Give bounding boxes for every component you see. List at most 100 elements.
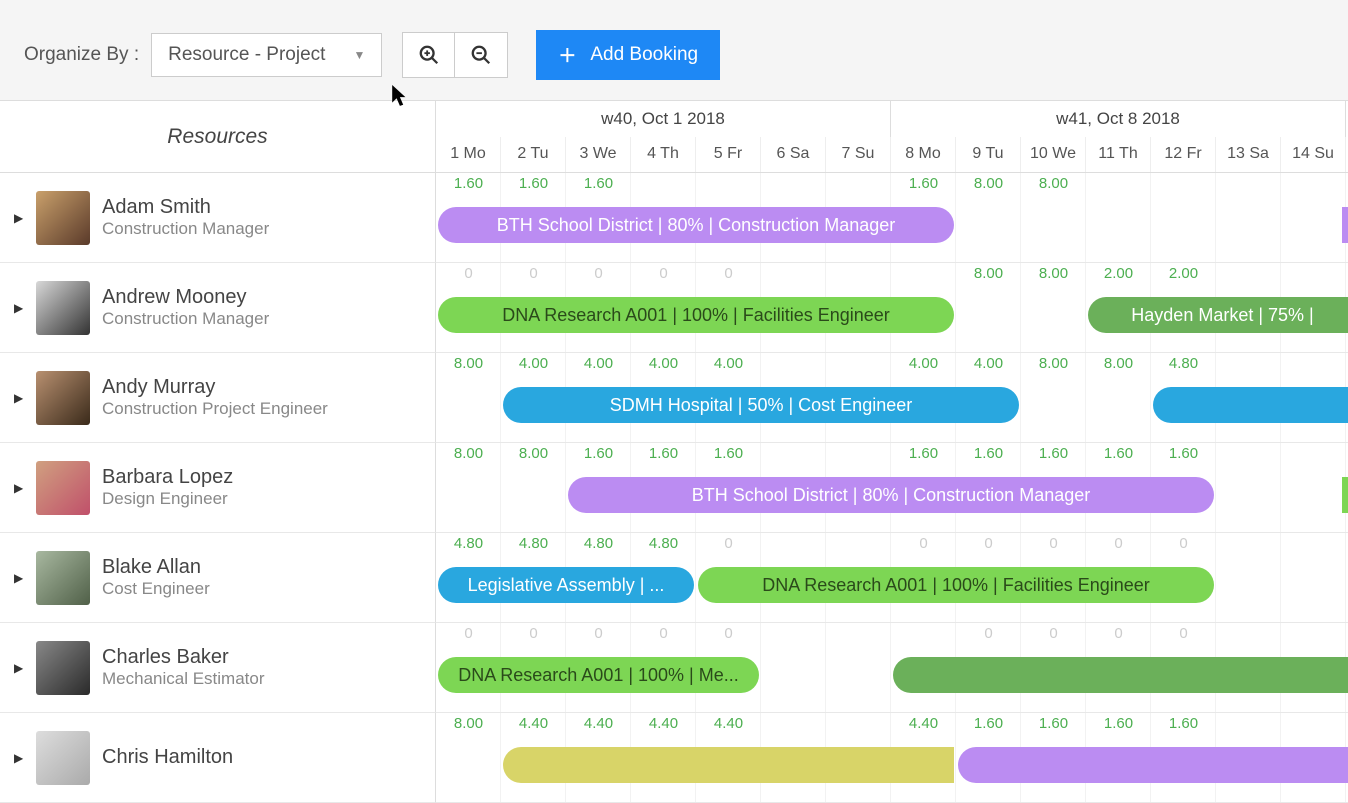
- hours-row: 000000000: [436, 625, 1348, 642]
- hour-value: [826, 355, 891, 372]
- hour-value: 4.40: [501, 715, 566, 732]
- hour-value: [1151, 175, 1216, 192]
- organize-by-label: Organize By :: [24, 44, 139, 66]
- expand-arrow-icon[interactable]: ▶: [14, 391, 24, 405]
- day-header: 14 Su: [1281, 137, 1346, 173]
- hour-value: 0: [631, 625, 696, 642]
- resource-name: Chris Hamilton: [102, 746, 233, 769]
- resource-row[interactable]: ▶ Chris Hamilton: [0, 713, 436, 803]
- resource-row[interactable]: ▶ Charles Baker Mechanical Estimator: [0, 623, 436, 713]
- booking-bar[interactable]: DNA Research A001 | 100% | Facilities En…: [698, 567, 1214, 603]
- zoom-out-button[interactable]: [455, 33, 507, 77]
- avatar: [36, 281, 90, 335]
- day-header: 3 We: [566, 137, 631, 173]
- day-header: 9 Tu: [956, 137, 1021, 173]
- hour-value: 1.60: [1021, 445, 1086, 462]
- resource-row[interactable]: ▶ Blake Allan Cost Engineer: [0, 533, 436, 623]
- hour-value: 1.60: [1021, 715, 1086, 732]
- expand-arrow-icon[interactable]: ▶: [14, 661, 24, 675]
- zoom-in-button[interactable]: [403, 33, 455, 77]
- booking-bar[interactable]: [1153, 387, 1348, 423]
- hour-value: 4.00: [891, 355, 956, 372]
- hour-value: 1.60: [891, 445, 956, 462]
- booking-bar[interactable]: BTH School District | 80% | Construction…: [568, 477, 1214, 513]
- resource-info: Andrew Mooney Construction Manager: [102, 286, 269, 329]
- avatar: [36, 191, 90, 245]
- timeline-row[interactable]: 000000000 DNA Research A001 | 100% | Me..…: [436, 623, 1348, 713]
- hour-value: 0: [696, 625, 761, 642]
- resource-info: Charles Baker Mechanical Estimator: [102, 646, 265, 689]
- hour-value: [1216, 355, 1281, 372]
- booking-bar[interactable]: [958, 747, 1348, 783]
- resource-name: Barbara Lopez: [102, 466, 233, 489]
- expand-arrow-icon[interactable]: ▶: [14, 571, 24, 585]
- booking-bar[interactable]: Legislative Assembly | ...: [438, 567, 694, 603]
- day-header: 1 Mo: [436, 137, 501, 173]
- resource-row[interactable]: ▶ Andrew Mooney Construction Manager: [0, 263, 436, 353]
- expand-arrow-icon[interactable]: ▶: [14, 211, 24, 225]
- timeline-row[interactable]: 000008.008.002.002.00DNA Research A001 |…: [436, 263, 1348, 353]
- hours-row: 8.004.404.404.404.404.401.601.601.601.60: [436, 715, 1348, 732]
- hour-value: [826, 625, 891, 642]
- timeline-row[interactable]: 8.008.001.601.601.601.601.601.601.601.60…: [436, 443, 1348, 533]
- hour-value: 4.40: [631, 715, 696, 732]
- hour-value: 0: [696, 265, 761, 282]
- hour-value: [1281, 175, 1346, 192]
- booking-bar[interactable]: DNA Research A001 | 100% | Me...: [438, 657, 759, 693]
- hour-value: [1216, 535, 1281, 552]
- resource-role: Design Engineer: [102, 489, 233, 509]
- timeline-row[interactable]: 4.804.804.804.80000000Legislative Assemb…: [436, 533, 1348, 623]
- hour-value: [761, 535, 826, 552]
- plus-icon: ＋: [558, 42, 576, 68]
- hour-value: 0: [1151, 535, 1216, 552]
- booking-bar[interactable]: Hayden Market | 75% |: [1088, 297, 1348, 333]
- booking-bar[interactable]: SDMH Hospital | 50% | Cost Engineer: [503, 387, 1019, 423]
- resource-role: Construction Manager: [102, 309, 269, 329]
- timeline-row[interactable]: 8.004.004.004.004.004.004.008.008.004.80…: [436, 353, 1348, 443]
- booking-bar[interactable]: [1342, 207, 1348, 243]
- hour-value: 4.00: [696, 355, 761, 372]
- expand-arrow-icon[interactable]: ▶: [14, 751, 24, 765]
- hour-value: [761, 715, 826, 732]
- resource-name: Andrew Mooney: [102, 286, 269, 309]
- booking-bar[interactable]: [503, 747, 954, 783]
- booking-bar[interactable]: BTH School District | 80% | Construction…: [438, 207, 954, 243]
- hour-value: 1.60: [956, 445, 1021, 462]
- hour-value: [826, 175, 891, 192]
- booking-bar[interactable]: DNA Research A001 | 100% | Facilities En…: [438, 297, 954, 333]
- hour-value: 4.80: [631, 535, 696, 552]
- hour-value: [761, 355, 826, 372]
- day-header: 8 Mo: [891, 137, 956, 173]
- hour-value: 0: [501, 265, 566, 282]
- organize-by-dropdown[interactable]: Resource - Project ▼: [151, 33, 382, 77]
- resource-row[interactable]: ▶ Adam Smith Construction Manager: [0, 173, 436, 263]
- timeline-header: w40, Oct 1 2018w41, Oct 8 2018 1 Mo2 Tu3…: [436, 101, 1348, 173]
- hour-value: 4.80: [1151, 355, 1216, 372]
- day-header: 5 Fr: [696, 137, 761, 173]
- hour-value: 8.00: [436, 445, 501, 462]
- hour-value: 0: [566, 625, 631, 642]
- hours-row: 8.004.004.004.004.004.004.008.008.004.80: [436, 355, 1348, 372]
- resource-row[interactable]: ▶ Barbara Lopez Design Engineer: [0, 443, 436, 533]
- hour-value: [1216, 715, 1281, 732]
- add-booking-button[interactable]: ＋ Add Booking: [536, 30, 720, 80]
- hour-value: [761, 265, 826, 282]
- resource-role: Construction Project Engineer: [102, 399, 328, 419]
- timeline-row[interactable]: 8.004.404.404.404.404.401.601.601.601.60: [436, 713, 1348, 803]
- resource-row[interactable]: ▶ Andy Murray Construction Project Engin…: [0, 353, 436, 443]
- hour-value: [826, 445, 891, 462]
- hour-value: [631, 175, 696, 192]
- resource-name: Adam Smith: [102, 196, 269, 219]
- hour-value: [1216, 175, 1281, 192]
- hour-value: [891, 265, 956, 282]
- expand-arrow-icon[interactable]: ▶: [14, 301, 24, 315]
- expand-arrow-icon[interactable]: ▶: [14, 481, 24, 495]
- hour-value: [1281, 625, 1346, 642]
- booking-bar[interactable]: [893, 657, 1348, 693]
- timeline-row[interactable]: 1.601.601.601.608.008.00BTH School Distr…: [436, 173, 1348, 263]
- hour-value: 0: [436, 625, 501, 642]
- booking-bar[interactable]: [1342, 477, 1348, 513]
- hour-value: 1.60: [891, 175, 956, 192]
- hour-value: 0: [501, 625, 566, 642]
- hour-value: 4.00: [566, 355, 631, 372]
